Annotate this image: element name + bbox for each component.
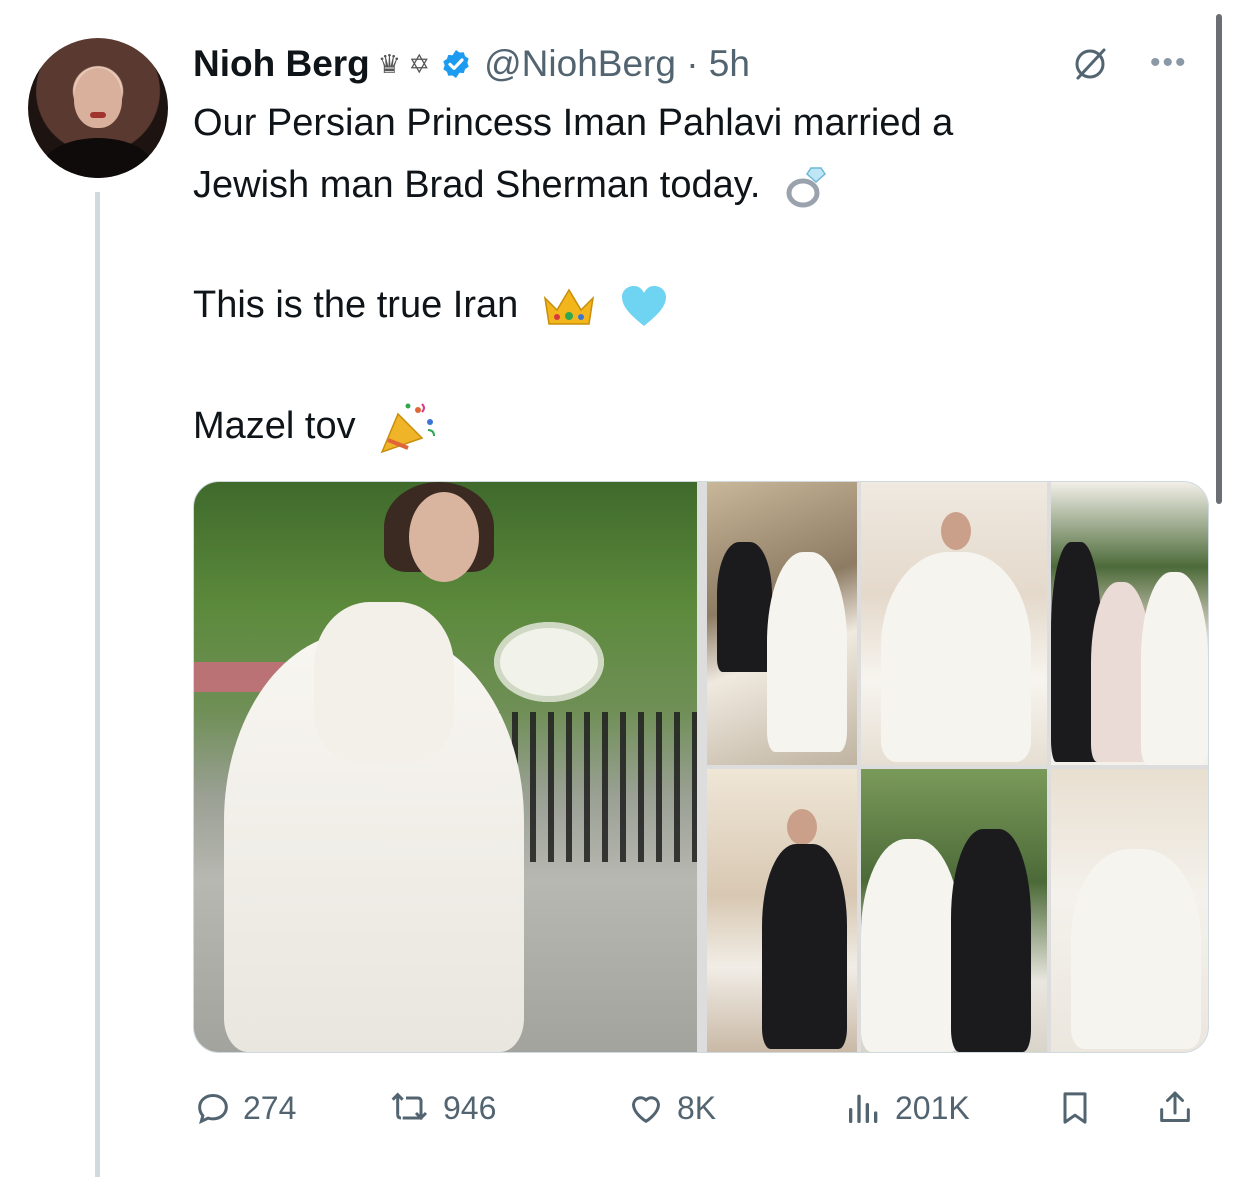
avatar-lips [90, 112, 106, 118]
photo-bouquet [494, 622, 604, 702]
photo-couple-stairs[interactable] [707, 482, 857, 765]
heart-icon [632, 1096, 660, 1123]
photo-bride-with-family[interactable] [1051, 482, 1208, 765]
tweet-text-line-2-row: Jewish man Brad Sherman today. [193, 157, 1193, 213]
bride-figure [767, 552, 847, 752]
views-chart-icon [849, 1094, 878, 1123]
groom-head [787, 809, 817, 845]
light-blue-heart-emoji-icon [622, 285, 667, 326]
author-name[interactable]: Nioh Berg [193, 43, 370, 85]
like-count: 8K [677, 1089, 717, 1126]
more-options-icon[interactable]: ••• [1150, 46, 1188, 80]
bride-seated [1071, 849, 1201, 1049]
reply-count: 274 [243, 1089, 297, 1126]
author-symbols: ♛ ✡ [377, 48, 431, 79]
repost-button[interactable]: 946 [389, 1084, 496, 1132]
groom-figure [717, 542, 772, 672]
photo-head [409, 492, 479, 582]
bookmark-icon [1063, 1092, 1087, 1124]
bride-figure-2 [1141, 572, 1208, 765]
party-popper-emoji-icon [380, 403, 436, 454]
repost-count: 946 [443, 1089, 497, 1126]
avatar-body [42, 138, 154, 178]
photo-bride-gown[interactable] [861, 482, 1047, 765]
handle-and-time[interactable]: @NiohBerg · 5h [484, 43, 750, 85]
media-grid[interactable] [193, 481, 1209, 1053]
bride-gown [881, 552, 1031, 762]
bride-head [941, 512, 971, 550]
photo-bride-seated[interactable] [1051, 769, 1208, 1052]
views-count: 201K [895, 1089, 970, 1126]
like-button[interactable]: 8K [625, 1084, 716, 1132]
scrollbar[interactable] [1216, 14, 1222, 504]
ring-emoji-icon [786, 167, 827, 208]
views-button[interactable]: 201K [843, 1084, 970, 1132]
crown-emoji-icon [543, 288, 594, 325]
tweet-text-line-1: Our Persian Princess Iman Pahlavi marrie… [193, 102, 954, 144]
tweet-header: Nioh Berg ♛ ✡ @NiohBerg · 5h [193, 40, 750, 88]
photo-bride-bouquet[interactable] [194, 482, 697, 1052]
reply-button[interactable]: 274 [193, 1084, 296, 1132]
tweet-text-line-3-row: This is the true Iran [193, 277, 1193, 333]
tweet-text-line-2: Jewish man Brad Sherman today. [193, 164, 761, 206]
father-figure [951, 829, 1031, 1052]
tweet-text-line-3: This is the true Iran [193, 284, 519, 326]
photo-groom-seated[interactable] [707, 769, 857, 1052]
repost-icon [391, 1092, 428, 1121]
bookmark-button[interactable] [1055, 1084, 1105, 1132]
groom-suit [762, 844, 847, 1049]
action-bar: 274 946 8K 201K [193, 1084, 1213, 1132]
tweet-text-line-4-row: Mazel tov [193, 398, 1193, 456]
photo-bench [494, 712, 697, 862]
bride-walking [861, 839, 961, 1052]
photo-bride-walking[interactable] [861, 769, 1047, 1052]
share-icon [1160, 1091, 1190, 1122]
photo-bodice [314, 602, 454, 762]
reply-icon [198, 1093, 228, 1125]
verified-badge-icon [443, 50, 469, 78]
share-button[interactable] [1155, 1084, 1205, 1132]
avatar-face [74, 68, 122, 128]
thread-line [95, 192, 100, 1177]
author-avatar[interactable] [28, 38, 168, 178]
grok-icon[interactable] [1070, 44, 1110, 84]
tweet-text-line-4: Mazel tov [193, 405, 356, 447]
